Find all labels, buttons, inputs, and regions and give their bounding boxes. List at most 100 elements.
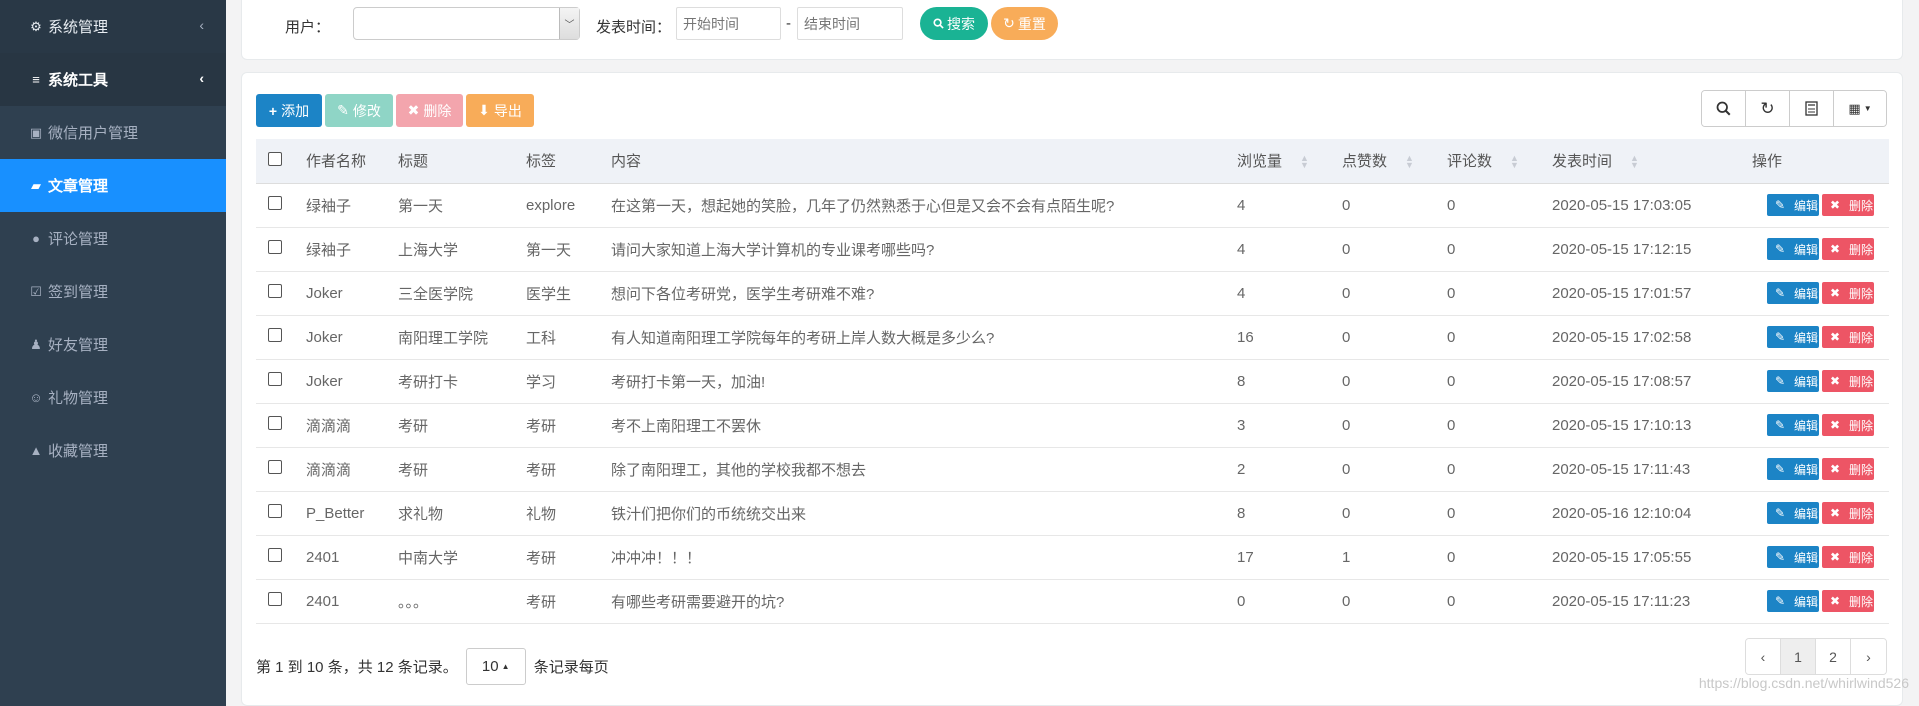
row-checkbox[interactable] — [268, 240, 282, 254]
row-edit-button[interactable]: ✎ 编辑 — [1767, 370, 1819, 392]
page-2-button[interactable]: 2 — [1816, 639, 1851, 674]
header-likes[interactable]: 点赞数 ▲ ▼ — [1332, 139, 1437, 184]
row-delete-button[interactable]: ✖ 删除 — [1822, 238, 1874, 260]
add-button[interactable]: + 添加 — [256, 94, 322, 127]
row-delete-button[interactable]: ✖ 删除 — [1822, 458, 1874, 480]
table-row[interactable]: 2401。。。 考研 有哪些考研需要避开的坑? 0 0 0 2020-05-15 17:11… — [256, 579, 1889, 624]
table-row[interactable]: 绿袖子 上海大学 第一天 请问大家知道上海大学计算机的专业课考哪些吗? 4 0 0 2020-… — [256, 227, 1889, 272]
row-edit-button[interactable]: ✎ 编辑 — [1767, 458, 1819, 480]
row-edit-button[interactable]: ✎ 编辑 — [1767, 546, 1819, 568]
row-edit-button[interactable]: ✎ 编辑 — [1767, 238, 1819, 260]
sidebar-item-0[interactable]: ⚙ 系统管理 ‹ — [0, 0, 226, 53]
end-time-input[interactable] — [797, 7, 903, 40]
sidebar-item-6[interactable]: ♟ 好友管理 — [0, 318, 226, 371]
row-checkbox[interactable] — [268, 328, 282, 342]
header-publish-time[interactable]: 发表时间 ▲ ▼ — [1542, 139, 1742, 184]
row-delete-button[interactable]: ✖ 删除 — [1822, 326, 1874, 348]
page-1-button[interactable]: 1 — [1781, 639, 1816, 674]
reset-button[interactable]: ↻ 重置 — [991, 7, 1058, 40]
row-edit-button[interactable]: ✎ 编辑 — [1767, 282, 1819, 304]
start-time-input[interactable] — [676, 7, 781, 40]
row-delete-label: 删除 — [1848, 418, 1873, 433]
prev-page-button[interactable]: ‹ — [1746, 639, 1781, 674]
next-page-button[interactable]: › — [1851, 639, 1886, 674]
header-tag[interactable]: 标签 — [516, 139, 601, 184]
table-cell: 0 — [1332, 183, 1437, 228]
header-content[interactable]: 内容 — [601, 139, 1227, 184]
row-delete-button[interactable]: ✖ 删除 — [1822, 502, 1874, 524]
row-delete-button[interactable]: ✖ 删除 — [1822, 370, 1874, 392]
sidebar-item-4[interactable]: ● 评论管理 — [0, 212, 226, 265]
articles-table: 作者名称 标题 标签 内容 浏览量 ▲ ▼ 点赞数 ▲ ▼ 评论数 ▲ ▼ 发表时间 ▲ ▼ 操… — [256, 139, 1889, 624]
row-checkbox[interactable] — [268, 548, 282, 562]
row-delete-button[interactable]: ✖ 删除 — [1822, 414, 1874, 436]
table-row[interactable]: 滴滴滴 考研 考研 除了南阳理工，其他的学校我都不想去 2 0 0 2020-05-15 17… — [256, 447, 1889, 492]
close-icon: ✖ — [1829, 198, 1841, 212]
row-checkbox[interactable] — [268, 416, 282, 430]
row-checkbox[interactable] — [268, 372, 282, 386]
row-checkbox[interactable] — [268, 196, 282, 210]
table-cell: 考研 — [516, 447, 601, 492]
header-author[interactable]: 作者名称 — [296, 139, 388, 184]
row-delete-button[interactable]: ✖ 删除 — [1822, 194, 1874, 216]
table-cell: 2401 — [296, 535, 388, 580]
columns-button[interactable]: ▦ ▼ — [1834, 91, 1886, 126]
table-cell: 0 — [1332, 579, 1437, 624]
row-checkbox[interactable] — [268, 592, 282, 606]
table-row[interactable]: Joker 考研打卡 学习 考研打卡第一天，加油! 8 0 0 2020-05-15 17:0… — [256, 359, 1889, 404]
sidebar-item-1[interactable]: ≡ 系统工具 ‹ — [0, 53, 226, 106]
row-edit-button[interactable]: ✎ 编辑 — [1767, 414, 1819, 436]
row-delete-label: 删除 — [1848, 594, 1873, 609]
chevron-down-icon[interactable]: ﹀ — [559, 8, 579, 39]
header-comments[interactable]: 评论数 ▲ ▼ — [1437, 139, 1542, 184]
sidebar-item-label: 好友管理 — [48, 337, 109, 354]
export-button[interactable]: ⬇ 导出 — [466, 94, 534, 127]
refresh-button[interactable]: ↻ — [1746, 91, 1790, 126]
table-cell: 2020-05-15 17:11:23 — [1542, 579, 1742, 624]
row-select-cell — [256, 579, 296, 624]
table-row[interactable]: Joker 三全医学院 医学生 想问下各位考研党，医学生考研难不难? 4 0 0 2020-0… — [256, 271, 1889, 316]
sidebar-item-label: 签到管理 — [48, 284, 109, 301]
page-size-select[interactable]: 10 ▲ — [465, 648, 526, 685]
row-edit-button[interactable]: ✎ 编辑 — [1767, 502, 1819, 524]
row-delete-button[interactable]: ✖ 删除 — [1822, 590, 1874, 612]
row-checkbox[interactable] — [268, 460, 282, 474]
toggle-view-button[interactable] — [1790, 91, 1834, 126]
table-cell: 2020-05-15 17:03:05 — [1542, 183, 1742, 228]
table-cell: 上海大学 — [388, 227, 516, 272]
delete-button[interactable]: ✖ 删除 — [396, 94, 463, 127]
edit-button[interactable]: ✎ 修改 — [325, 94, 393, 127]
select-all-cell — [256, 139, 296, 184]
table-row[interactable]: Joker 南阳理工学院 工科 有人知道南阳理工学院每年的考研上岸人数大概是多少么? 1… — [256, 315, 1889, 360]
sidebar-item-2[interactable]: ▣ 微信用户管理 — [0, 106, 226, 159]
row-delete-button[interactable]: ✖ 删除 — [1822, 546, 1874, 568]
select-all-checkbox[interactable] — [268, 151, 282, 166]
table-cell: 南阳理工学院 — [388, 315, 516, 360]
row-delete-button[interactable]: ✖ 删除 — [1822, 282, 1874, 304]
close-icon: ✖ — [1829, 418, 1841, 432]
table-row[interactable]: P_Better 求礼物 礼物 铁汁们把你们的币统统交出来 8 0 0 2020-05-16 … — [256, 491, 1889, 536]
search-button-label: 搜索 — [947, 15, 975, 32]
sidebar-item-5[interactable]: ☑ 签到管理 — [0, 265, 226, 318]
user-select[interactable]: ﹀ — [353, 7, 580, 40]
row-delete-label: 删除 — [1848, 506, 1873, 521]
table-cell: 17 — [1227, 535, 1332, 580]
row-edit-button[interactable]: ✎ 编辑 — [1767, 326, 1819, 348]
pagination-summary: 第 1 到 10 条，共 12 条记录。 10 ▲ 条记录每页 — [256, 648, 609, 685]
sidebar-item-8[interactable]: ▲ 收藏管理 — [0, 424, 226, 477]
row-checkbox[interactable] — [268, 284, 282, 298]
table-row[interactable]: 绿袖子 第一天 explore 在这第一天，想起她的笑脸，几年了仍然熟悉于心但是又会不… — [256, 183, 1889, 228]
sidebar-item-3[interactable]: ▰ 文章管理 — [0, 159, 226, 212]
search-toggle-button[interactable] — [1702, 91, 1746, 126]
header-title[interactable]: 标题 — [388, 139, 516, 184]
grid-icon: ▦ — [1848, 100, 1861, 116]
search-button[interactable]: 搜索 — [920, 7, 988, 40]
header-views[interactable]: 浏览量 ▲ ▼ — [1227, 139, 1332, 184]
row-edit-button[interactable]: ✎ 编辑 — [1767, 590, 1819, 612]
table-row[interactable]: 2401 中南大学 考研 冲冲冲！！！ 17 1 0 2020-05-15 17:05:55 ✎… — [256, 535, 1889, 580]
row-edit-button[interactable]: ✎ 编辑 — [1767, 194, 1819, 216]
table-row[interactable]: 滴滴滴 考研 考研 考不上南阳理工不罢休 3 0 0 2020-05-15 17:10:13 ✎… — [256, 403, 1889, 448]
add-button-label: 添加 — [281, 102, 310, 119]
row-checkbox[interactable] — [268, 504, 282, 518]
sidebar-item-7[interactable]: ☺ 礼物管理 — [0, 371, 226, 424]
